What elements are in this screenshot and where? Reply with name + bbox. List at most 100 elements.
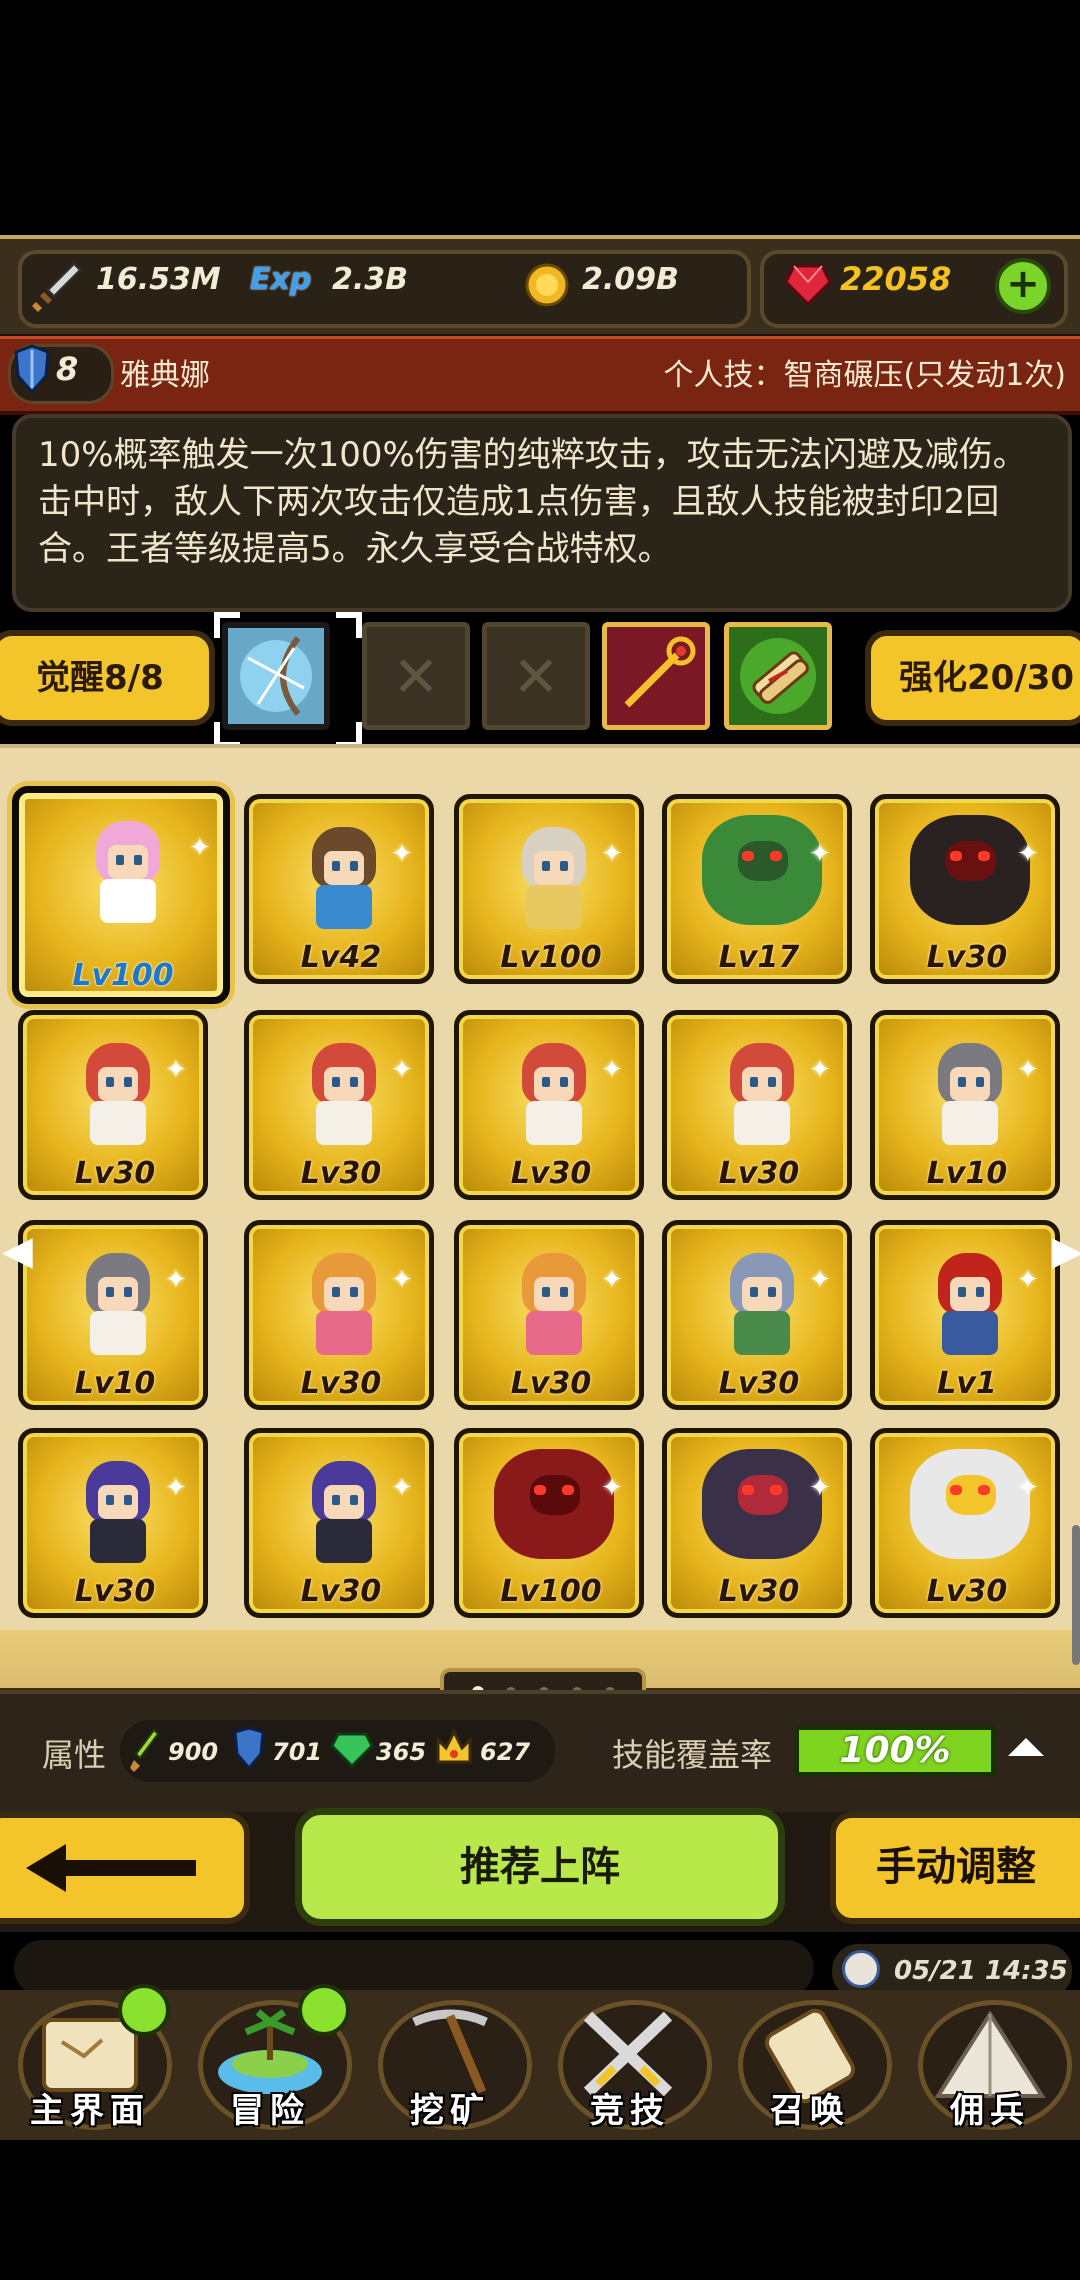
hero-level: Lv100	[72, 958, 174, 993]
nav-crossed-swords[interactable]: 竞技	[540, 1990, 720, 2140]
hero-card-black-dragon[interactable]: ✦ Lv30	[870, 794, 1060, 984]
equip-slot-empty[interactable]	[362, 622, 470, 730]
hero-level: Lv30	[718, 1574, 800, 1609]
datetime: 05/21 14:35	[894, 1956, 1068, 1986]
awaken-button[interactable]: 觉醒8/8	[0, 630, 215, 726]
gold-value: 2.09B	[582, 262, 679, 297]
hero-card-cat-warrior[interactable]: ✦ Lv30	[662, 1220, 852, 1410]
hero-card-winged-archer[interactable]: ✦ Lv42	[244, 794, 434, 984]
hero-card-priestess[interactable]: ✦ Lv100	[454, 794, 644, 984]
hero-level: Lv30	[926, 1574, 1008, 1609]
hero-level: Lv42	[300, 940, 382, 975]
sparkle-icon: ✦	[391, 1055, 413, 1085]
hero-sprite	[910, 1449, 1030, 1565]
hero-card-orange-hair-girl[interactable]: ✦ Lv30	[244, 1220, 434, 1410]
hero-card-gray-hair-girl[interactable]: ✦ Lv10	[870, 1010, 1060, 1200]
manual-adjust-button[interactable]: 手动调整	[830, 1812, 1080, 1924]
back-arrow-icon	[26, 1844, 196, 1892]
scroll-bundle-icon	[740, 638, 816, 714]
nav-summon-scroll[interactable]: 召唤	[720, 1990, 900, 2140]
strengthen-label: 强化20/30	[899, 658, 1075, 698]
sparkle-icon: ✦	[601, 1473, 623, 1503]
nav-map-scroll[interactable]: 主界面	[0, 1984, 180, 2140]
ruby-icon	[782, 258, 834, 314]
nav-pickaxe[interactable]: 挖矿	[360, 1990, 540, 2140]
hero-sprite	[712, 1247, 812, 1357]
back-button[interactable]	[0, 1812, 250, 1924]
hero-card-dark-beast[interactable]: ✦ Lv30	[662, 1428, 852, 1618]
hero-card-purple-hair-knight[interactable]: ✦ Lv30	[18, 1428, 208, 1618]
hero-level: Lv100	[500, 1574, 602, 1609]
hero-card-gray-hair-girl[interactable]: ✦ Lv10	[18, 1220, 208, 1410]
add-gems-button[interactable]: +	[995, 258, 1051, 314]
skill-title: 个人技：智商碾压(只发动1次)	[663, 358, 1067, 393]
sparkle-icon: ✦	[1017, 1265, 1039, 1295]
hero-level: Lv30	[510, 1156, 592, 1191]
page-right-arrow[interactable]: ▶	[1052, 1228, 1080, 1274]
sword-attr-icon	[128, 1726, 164, 1778]
strengthen-button[interactable]: 强化20/30	[865, 630, 1080, 726]
attack-attr-value: 900	[168, 1738, 219, 1766]
scrollbar[interactable]	[1072, 1525, 1080, 1665]
hero-card-white-tiger[interactable]: ✦ Lv30	[870, 1428, 1060, 1618]
page-left-arrow[interactable]: ◀	[2, 1228, 33, 1274]
hero-sprite	[702, 1449, 822, 1565]
hero-sprite	[294, 1247, 394, 1357]
expand-up-icon[interactable]	[1008, 1738, 1044, 1756]
sparkle-icon: ✦	[601, 1055, 623, 1085]
sparkle-icon: ✦	[391, 1473, 413, 1503]
notification-badge	[118, 1984, 170, 2036]
sword-icon	[30, 258, 86, 318]
sparkle-icon: ✦	[391, 839, 413, 869]
recommend-button[interactable]: 推荐上阵	[295, 1808, 785, 1926]
exp-icon: Exp	[250, 262, 312, 297]
nav-label: 佣兵	[950, 2091, 1030, 2131]
sparkle-icon: ✦	[809, 1055, 831, 1085]
hero-level: Lv30	[718, 1156, 800, 1191]
manual-adjust-label: 手动调整	[876, 1844, 1036, 1890]
hero-card-red-hair-girl[interactable]: ✦ Lv30	[454, 1010, 644, 1200]
gold-coin-icon	[522, 260, 572, 314]
hero-card-red-hair-girl[interactable]: ✦ Lv30	[18, 1010, 208, 1200]
attributes-label: 属性	[42, 1736, 107, 1774]
hero-level: Lv30	[300, 1156, 382, 1191]
gem-attr-value: 365	[376, 1738, 427, 1766]
sparkle-icon: ✦	[1017, 1473, 1039, 1503]
awaken-label: 觉醒8/8	[36, 658, 164, 698]
hero-sprite	[504, 821, 604, 931]
hero-card-red-bandana-fighter[interactable]: ✦ Lv1	[870, 1220, 1060, 1410]
attack-power-value: 16.53M	[96, 262, 221, 297]
hero-sprite	[494, 1449, 614, 1565]
skill-coverage-bar: 100%	[795, 1726, 995, 1776]
hero-card-red-hair-girl[interactable]: ✦ Lv30	[662, 1010, 852, 1200]
nav-label: 主界面	[30, 2091, 150, 2131]
nav-tent[interactable]: 佣兵	[900, 1990, 1080, 2140]
crown-attr-value: 627	[480, 1738, 531, 1766]
equip-slot-staff[interactable]	[602, 622, 710, 730]
selection-corner	[336, 612, 362, 638]
hero-card-purple-hair-knight[interactable]: ✦ Lv30	[244, 1428, 434, 1618]
shield-icon	[12, 344, 52, 400]
golden-staff-icon	[624, 636, 696, 708]
crown-attr-icon	[434, 1726, 474, 1774]
equip-slot-empty[interactable]	[482, 622, 590, 730]
sparkle-icon: ✦	[809, 1473, 831, 1503]
equip-slot-bow[interactable]	[222, 622, 330, 730]
hero-card-red-hair-girl[interactable]: ✦ Lv30	[244, 1010, 434, 1200]
hero-level: Lv30	[74, 1156, 156, 1191]
equip-slot-scroll[interactable]	[724, 622, 832, 730]
clock-icon	[842, 1950, 880, 1988]
hero-card-red-demon[interactable]: ✦ Lv100	[454, 1428, 644, 1618]
sparkle-icon: ✦	[809, 1265, 831, 1295]
recommend-label: 推荐上阵	[460, 1844, 620, 1890]
exp-value: 2.3B	[332, 262, 409, 297]
hero-card-pink-hair-girl[interactable]: ✦ Lv100	[12, 786, 230, 1004]
hero-card-green-dragon[interactable]: ✦ Lv17	[662, 794, 852, 984]
nav-label: 冒险	[230, 2091, 310, 2131]
nav-label: 召唤	[770, 2091, 850, 2131]
sparkle-icon: ✦	[1017, 1055, 1039, 1085]
hero-level: Lv10	[74, 1366, 156, 1401]
hero-card-orange-hair-girl[interactable]: ✦ Lv30	[454, 1220, 644, 1410]
nav-island[interactable]: 冒险	[180, 1984, 360, 2140]
notification-badge	[298, 1984, 350, 2036]
